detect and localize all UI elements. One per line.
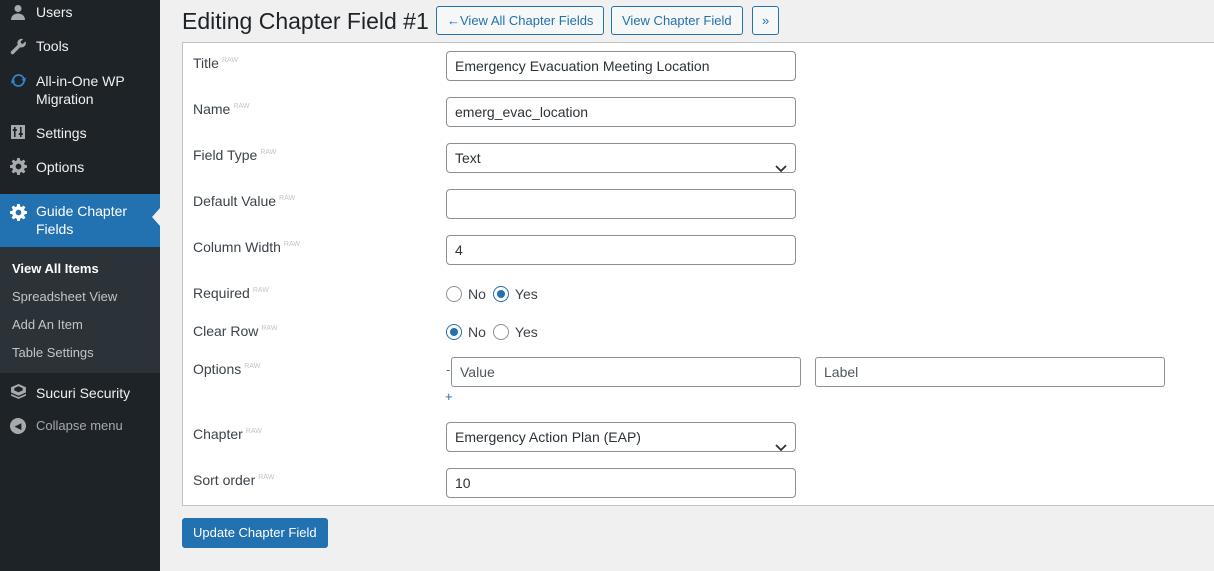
admin-sidebar: Users Tools All-in-One WP Migration Sett… xyxy=(0,0,160,571)
raw-tag: RAW xyxy=(233,103,250,111)
clear-row-radio-group: No Yes xyxy=(446,324,545,340)
sidebar-item-guide-chapter-fields[interactable]: Guide Chapter Fields xyxy=(0,194,160,247)
required-yes-label: Yes xyxy=(514,286,538,302)
field-type-value: Text xyxy=(455,150,481,166)
required-no-label: No xyxy=(468,286,486,302)
sort-order-label: Sort order RAW xyxy=(193,472,275,488)
submenu-item-view-all-items[interactable]: View All Items xyxy=(12,261,99,276)
sort-order-input[interactable] xyxy=(446,468,796,498)
page-title: Editing Chapter Field #1 xyxy=(182,8,429,34)
raw-tag: RAW xyxy=(244,363,261,371)
sidebar-item-settings[interactable]: Settings xyxy=(0,123,160,143)
sidebar-item-tools[interactable]: Tools xyxy=(0,36,160,56)
chapter-value: Emergency Action Plan (EAP) xyxy=(455,429,641,445)
sync-icon xyxy=(9,71,27,89)
raw-tag: RAW xyxy=(258,474,275,482)
chevron-down-icon xyxy=(775,154,787,182)
options-label: Options RAW xyxy=(193,361,261,377)
option-value-input[interactable] xyxy=(451,357,801,387)
raw-tag: RAW xyxy=(283,241,300,249)
collapse-icon: ◀ xyxy=(9,417,27,435)
raw-tag: RAW xyxy=(245,428,262,436)
collapse-menu-button[interactable]: ◀ Collapse menu xyxy=(0,416,160,436)
raw-tag: RAW xyxy=(260,149,277,157)
title-input[interactable] xyxy=(446,51,796,81)
field-type-label: Field Type RAW xyxy=(193,147,277,163)
field-type-select[interactable]: Text xyxy=(446,143,796,173)
default-value-input[interactable] xyxy=(446,189,796,219)
next-item-button[interactable]: » xyxy=(752,6,780,35)
default-value-label: Default Value RAW xyxy=(193,193,296,209)
shield-icon xyxy=(9,383,27,401)
clear-row-yes-label: Yes xyxy=(514,324,538,340)
sidebar-item-label: Options xyxy=(36,159,85,175)
sidebar-item-users[interactable]: Users xyxy=(0,2,160,22)
sidebar-submenu: View All Items Spreadsheet View Add An I… xyxy=(0,247,160,373)
required-no-radio[interactable] xyxy=(446,286,462,302)
sidebar-item-label: Guide Chapter Fields xyxy=(36,203,128,237)
sidebar-item-label: Sucuri Security xyxy=(36,385,131,401)
submenu-item-spreadsheet-view[interactable]: Spreadsheet View xyxy=(12,289,117,304)
raw-tag: RAW xyxy=(221,57,239,65)
wrench-icon xyxy=(9,37,27,55)
required-yes-radio[interactable] xyxy=(492,286,509,302)
raw-tag: RAW xyxy=(279,195,296,203)
users-icon xyxy=(9,3,27,21)
sidebar-item-label: All-in-One WP Migration xyxy=(36,73,125,107)
column-width-input[interactable] xyxy=(446,235,796,265)
sidebar-item-sucuri-security[interactable]: Sucuri Security xyxy=(0,383,160,403)
gear-icon xyxy=(9,203,27,221)
sidebar-item-label: Users xyxy=(36,4,73,20)
column-width-label: Column Width RAW xyxy=(193,239,300,255)
required-radio-group: No Yes xyxy=(446,286,545,302)
gear-icon xyxy=(9,157,27,175)
collapse-menu-label: Collapse menu xyxy=(36,418,123,433)
name-label: Name RAW xyxy=(193,101,250,117)
view-chapter-field-button[interactable]: View Chapter Field xyxy=(611,6,743,35)
clear-row-label: Clear Row RAW xyxy=(193,323,278,339)
sidebar-item-label: Settings xyxy=(36,125,87,141)
sidebar-item-all-in-one-wp-migration[interactable]: All-in-One WP Migration xyxy=(0,71,160,111)
raw-tag: RAW xyxy=(252,287,269,295)
option-label-input[interactable] xyxy=(815,357,1165,387)
name-input[interactable] xyxy=(446,97,796,127)
view-all-chapter-fields-button[interactable]: ←View All Chapter Fields xyxy=(436,6,605,35)
chevron-down-icon xyxy=(775,433,787,461)
required-label: Required RAW xyxy=(193,285,269,301)
title-label: Title RAW xyxy=(193,55,239,71)
clear-row-no-label: No xyxy=(468,324,486,340)
sidebar-item-options[interactable]: Options xyxy=(0,157,160,177)
clear-row-yes-radio[interactable] xyxy=(492,324,509,340)
submenu-item-table-settings[interactable]: Table Settings xyxy=(12,345,94,360)
chapter-label: Chapter RAW xyxy=(193,426,262,442)
add-option-button[interactable]: + xyxy=(445,389,453,404)
chapter-select[interactable]: Emergency Action Plan (EAP) xyxy=(446,422,796,452)
remove-option-button[interactable]: - xyxy=(446,362,450,377)
sidebar-item-label: Tools xyxy=(36,38,69,54)
update-chapter-field-button[interactable]: Update Chapter Field xyxy=(182,518,328,548)
raw-tag: RAW xyxy=(261,325,278,333)
submenu-item-add-an-item[interactable]: Add An Item xyxy=(12,317,83,332)
clear-row-no-radio[interactable] xyxy=(446,324,462,340)
sliders-icon xyxy=(9,123,27,141)
